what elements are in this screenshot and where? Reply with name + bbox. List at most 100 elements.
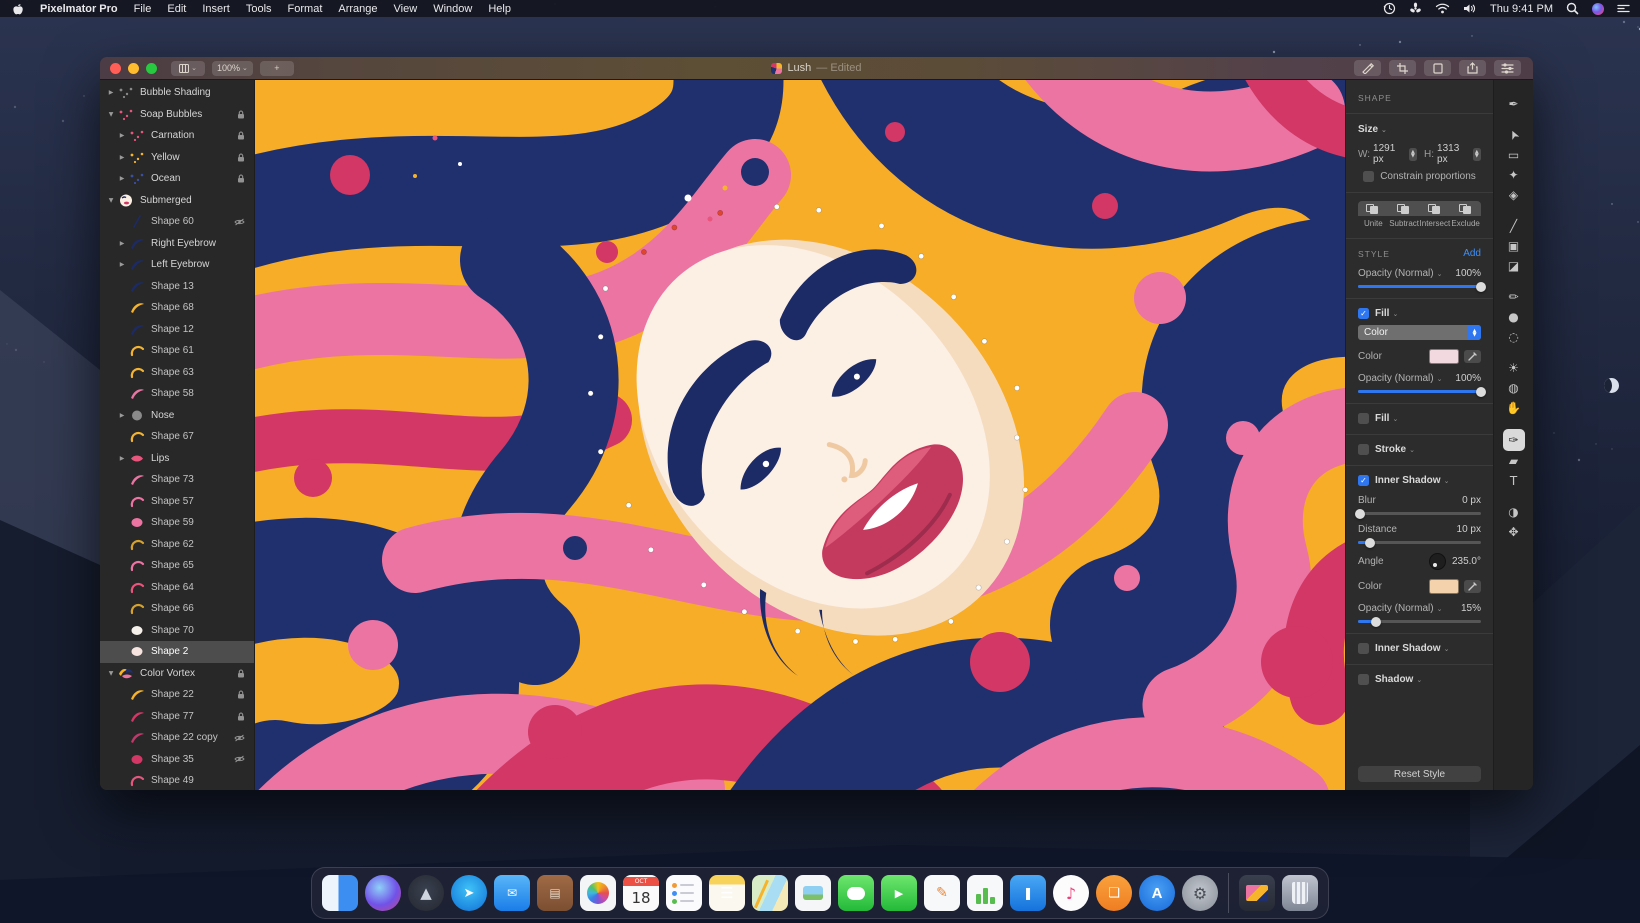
dock-messages-icon[interactable]: [838, 875, 874, 911]
notification-center-icon[interactable]: [1617, 3, 1630, 14]
share-button[interactable]: [1459, 60, 1486, 76]
pencil-tool[interactable]: ✏: [1503, 287, 1525, 307]
inner-shadow-label[interactable]: Inner Shadow: [1375, 475, 1441, 486]
menu-insert[interactable]: Insert: [202, 3, 230, 15]
dock-keynote-icon[interactable]: ❚: [1010, 875, 1046, 911]
dock-calendar-icon[interactable]: OCT 18: [623, 875, 659, 911]
layer-row-carnation[interactable]: ▶ Carnation: [100, 125, 254, 147]
disclosure-triangle[interactable]: ▼: [106, 111, 116, 118]
line-tool[interactable]: ╱: [1503, 216, 1525, 236]
layer-row-left-eyebrow[interactable]: ▶ Left Eyebrow: [100, 254, 254, 276]
menu-file[interactable]: File: [134, 3, 152, 15]
layer-row-shape-77[interactable]: Shape 77: [100, 706, 254, 728]
layer-row-shape-57[interactable]: Shape 57: [100, 491, 254, 513]
layer-row-shape-2[interactable]: Shape 2: [100, 641, 254, 663]
view-options-button[interactable]: [1494, 60, 1521, 76]
disclosure-triangle[interactable]: ▼: [106, 197, 116, 204]
quick-select-tool[interactable]: ✦: [1503, 165, 1525, 185]
title-bar[interactable]: ⌄ 100% ⌄ + Lush — Edited: [100, 57, 1533, 80]
disclosure-triangle[interactable]: ▶: [117, 175, 127, 182]
adjust-tool[interactable]: ☀: [1503, 358, 1525, 378]
exclude-button[interactable]: Exclude: [1450, 201, 1481, 228]
stroke-label[interactable]: Stroke: [1375, 444, 1406, 455]
unite-button[interactable]: Unite: [1358, 201, 1390, 228]
eyedropper-button[interactable]: [1464, 580, 1481, 593]
dock-app-store-icon[interactable]: A: [1139, 875, 1175, 911]
angle-knob[interactable]: [1428, 553, 1446, 570]
layer-row-color-vortex[interactable]: ▼ Color Vortex: [100, 663, 254, 685]
disclosure-triangle[interactable]: ▶: [117, 240, 127, 247]
zoom-button[interactable]: [146, 62, 157, 74]
fan-icon[interactable]: [1409, 2, 1422, 15]
dock-preview-icon[interactable]: [795, 875, 831, 911]
time-machine-icon[interactable]: [1383, 2, 1396, 15]
dock-safari-icon[interactable]: ➤: [451, 875, 487, 911]
add-tab-button[interactable]: +: [259, 60, 294, 76]
size-section-label[interactable]: Size ⌄: [1358, 124, 1387, 135]
layer-row-submerged[interactable]: ▼ Submerged: [100, 190, 254, 212]
layer-row-bubble-shading[interactable]: ▶ Bubble Shading: [100, 82, 254, 104]
height-value[interactable]: 1313 px: [1437, 143, 1470, 165]
layer-row-shape-65[interactable]: Shape 65: [100, 555, 254, 577]
dock-notes-icon[interactable]: ☰: [709, 875, 745, 911]
inner-shadow-color-swatch[interactable]: [1429, 579, 1459, 594]
lock-icon[interactable]: [237, 712, 245, 721]
reset-style-button[interactable]: Reset Style: [1358, 766, 1481, 782]
constrain-proportions-checkbox[interactable]: [1363, 171, 1375, 182]
dock-maps-icon[interactable]: [752, 875, 788, 911]
layer-row-yellow[interactable]: ▶ Yellow: [100, 147, 254, 169]
height-stepper[interactable]: ▲ ▼: [1472, 147, 1481, 161]
shadow-checkbox[interactable]: [1358, 674, 1369, 685]
dock-contacts-icon[interactable]: ▤: [537, 875, 573, 911]
eyedropper-button[interactable]: [1464, 350, 1481, 363]
subtract-button[interactable]: Subtract: [1388, 201, 1420, 228]
dock-system-preferences-icon[interactable]: ⚙: [1182, 875, 1218, 911]
menu-help[interactable]: Help: [488, 3, 511, 15]
layer-row-shape-58[interactable]: Shape 58: [100, 383, 254, 405]
inner-shadow-opacity-slider[interactable]: [1358, 616, 1481, 627]
layer-row-shape-13[interactable]: Shape 13: [100, 276, 254, 298]
dock-numbers-icon[interactable]: [967, 875, 1003, 911]
fill2-label[interactable]: Fill: [1375, 413, 1389, 424]
app-menu-pixelmator-pro[interactable]: Pixelmator Pro: [40, 3, 118, 15]
layer-row-shape-73[interactable]: Shape 73: [100, 469, 254, 491]
volume-icon[interactable]: [1463, 3, 1477, 14]
dock-books-icon[interactable]: ❏: [1096, 875, 1132, 911]
dock-mail-icon[interactable]: ✉: [494, 875, 530, 911]
effects-tool[interactable]: ◍: [1503, 378, 1525, 398]
distance-slider[interactable]: [1358, 537, 1481, 548]
crop-button[interactable]: [1389, 60, 1416, 76]
inner-shadow-opacity-label[interactable]: Opacity (Normal) ⌄: [1358, 603, 1442, 614]
apple-menu[interactable]: [12, 2, 24, 16]
spotlight-icon[interactable]: [1566, 2, 1579, 15]
hidden-eye-icon[interactable]: [234, 218, 245, 226]
magnetic-select-tool[interactable]: ◈: [1503, 185, 1525, 205]
menu-tools[interactable]: Tools: [246, 3, 272, 15]
layer-row-shape-59[interactable]: Shape 59: [100, 512, 254, 534]
disclosure-triangle[interactable]: ▶: [106, 89, 116, 96]
layer-row-shape-22[interactable]: Shape 22: [100, 684, 254, 706]
menu-clock[interactable]: Thu 9:41 PM: [1490, 3, 1553, 15]
lock-icon[interactable]: [237, 174, 245, 183]
dock-launchpad-icon[interactable]: ▲: [408, 875, 444, 911]
shadow-label[interactable]: Shadow: [1375, 674, 1413, 685]
hidden-eye-icon[interactable]: [234, 734, 245, 742]
layer-row-right-eyebrow[interactable]: ▶ Right Eyebrow: [100, 233, 254, 255]
dock-music-icon[interactable]: ♪: [1053, 875, 1089, 911]
add-style-button[interactable]: Add: [1463, 248, 1481, 259]
layer-row-ocean[interactable]: ▶ Ocean: [100, 168, 254, 190]
width-value[interactable]: 1291 px: [1373, 143, 1406, 165]
layer-row-shape-63[interactable]: Shape 63: [100, 362, 254, 384]
disclosure-triangle[interactable]: ▶: [117, 412, 127, 419]
fill2-checkbox[interactable]: [1358, 413, 1369, 424]
layer-row-shape-60[interactable]: Shape 60: [100, 211, 254, 233]
width-stepper[interactable]: ▲ ▼: [1408, 147, 1418, 161]
fill-color-swatch[interactable]: [1429, 349, 1459, 364]
disclosure-triangle[interactable]: ▶: [117, 455, 127, 462]
inner-shadow-checkbox[interactable]: [1358, 475, 1369, 486]
quill-tool[interactable]: ✒: [1503, 94, 1525, 114]
menu-view[interactable]: View: [394, 3, 418, 15]
layer-row-shape-35[interactable]: Shape 35: [100, 749, 254, 771]
intersect-button[interactable]: Intersect: [1419, 201, 1451, 228]
blur-slider[interactable]: [1355, 508, 1481, 519]
